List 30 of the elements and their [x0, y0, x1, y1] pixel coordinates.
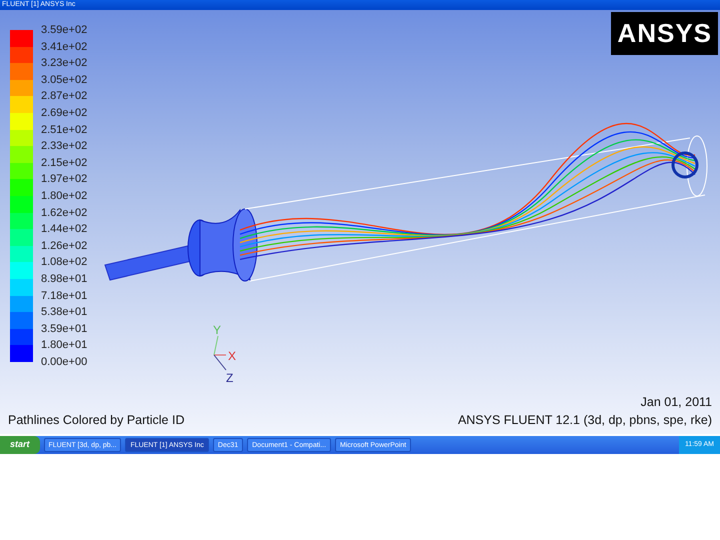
legend-label: 2.51e+02 — [41, 122, 88, 138]
legend-label: 0.00e+00 — [41, 354, 88, 370]
legend-label: 3.23e+02 — [41, 56, 88, 72]
legend-label: 1.08e+02 — [41, 255, 88, 270]
plot-caption: Pathlines Colored by Particle ID — [8, 412, 184, 430]
legend-label: 2.15e+02 — [41, 156, 88, 171]
legend-label: 8.98e+01 — [41, 272, 88, 287]
logo: ANSYS — [611, 12, 718, 55]
axis-label: Y — [213, 323, 222, 337]
plot-date: Jan 01, 2011 — [640, 394, 712, 410]
legend-label: 5.38e+01 — [41, 305, 88, 320]
legend-label: 1.80e+02 — [41, 188, 88, 204]
legend-label: 3.05e+02 — [41, 72, 88, 88]
legend-label: 1.26e+02 — [41, 238, 88, 254]
legend-label: 2.87e+02 — [41, 89, 88, 104]
legend-label: 2.69e+02 — [41, 106, 88, 121]
legend-label: 3.59e+02 — [41, 23, 88, 38]
legend-label: 3.41e+02 — [41, 40, 88, 55]
legend-label: 1.62e+02 — [41, 206, 88, 221]
axis-label: X — [228, 349, 236, 363]
legend-label: 1.44e+02 — [41, 222, 88, 238]
legend-label: 2.33e+02 — [41, 139, 88, 154]
legend-label: 7.18e+01 — [41, 288, 88, 304]
axis-triad — [214, 336, 226, 370]
legend-label: 1.97e+02 — [41, 172, 88, 188]
legend-label: 1.80e+01 — [41, 338, 88, 354]
solver-info: ANSYS FLUENT 12.1 (3d, dp, pbns, spe, rke) — [458, 412, 712, 430]
start-button[interactable]: start — [0, 436, 40, 454]
legend-label: 3.59e+01 — [41, 322, 88, 337]
axis-label: Z — [226, 371, 234, 384]
